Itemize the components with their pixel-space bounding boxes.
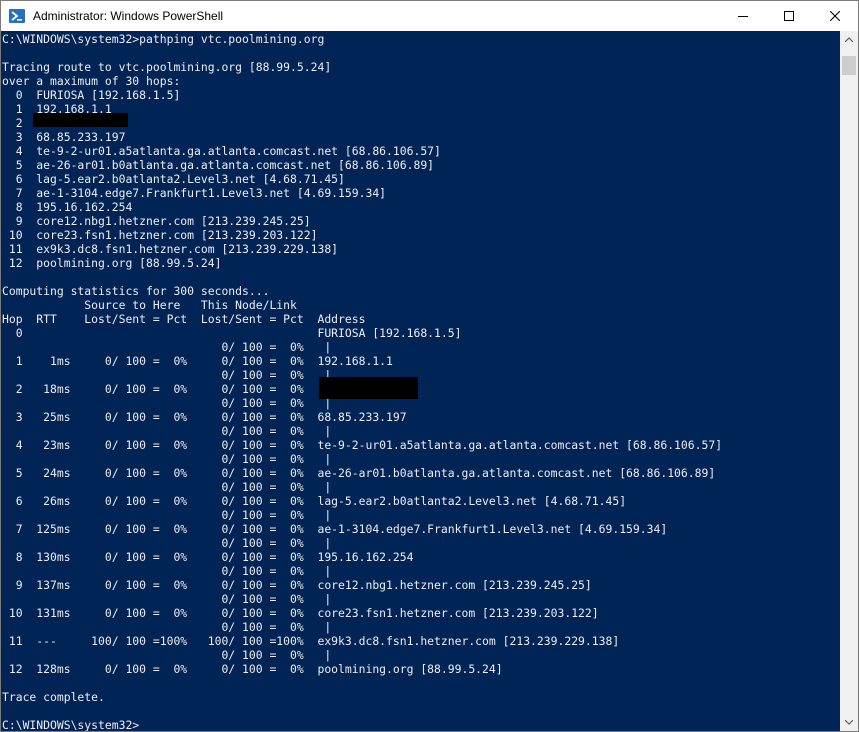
window-title: Administrator: Windows PowerShell	[33, 9, 224, 23]
console-line: C:\WINDOWS\system32>pathping vtc.poolmin…	[2, 32, 325, 46]
console-line: 3 25ms 0/ 100 = 0% 0/ 100 = 0% 68.85.233…	[2, 410, 407, 424]
console-line: 4 23ms 0/ 100 = 0% 0/ 100 = 0% te-9-2-ur…	[2, 438, 723, 452]
console-line: 10 core23.fsn1.hetzner.com [213.239.203.…	[2, 228, 318, 242]
minimize-icon	[738, 16, 748, 17]
console-output[interactable]: C:\WINDOWS\system32>pathping vtc.poolmin…	[1, 31, 840, 731]
title-bar[interactable]: Administrator: Windows PowerShell	[1, 1, 858, 31]
powershell-window: Administrator: Windows PowerShell C:\WIN…	[0, 0, 859, 732]
console-line: C:\WINDOWS\system32>	[2, 718, 140, 731]
console-line: Tracing route to vtc.poolmining.org [88.…	[2, 60, 332, 74]
powershell-icon	[9, 8, 25, 24]
console-line: 9 137ms 0/ 100 = 0% 0/ 100 = 0% core12.n…	[2, 578, 592, 592]
console-line: 6 26ms 0/ 100 = 0% 0/ 100 = 0% lag-5.ear…	[2, 494, 627, 508]
console-line: 1 1ms 0/ 100 = 0% 0/ 100 = 0% 192.168.1.…	[2, 354, 393, 368]
scroll-thumb[interactable]	[842, 56, 856, 75]
console-line: 7 ae-1-3104.edge7.Frankfurt1.Level3.net …	[2, 186, 387, 200]
console-line: 0/ 100 = 0% |	[2, 508, 332, 522]
console-line: Trace complete.	[2, 690, 105, 704]
console-line: 0/ 100 = 0% |	[2, 424, 332, 438]
console-line: over a maximum of 30 hops:	[2, 74, 181, 88]
console-line: 12 poolmining.org [88.99.5.24]	[2, 256, 222, 270]
console-line: 4 te-9-2-ur01.a5atlanta.ga.atlanta.comca…	[2, 144, 441, 158]
console-line: 5 24ms 0/ 100 = 0% 0/ 100 = 0% ae-26-ar0…	[2, 466, 716, 480]
console-line: 0 FURIOSA [192.168.1.5]	[2, 326, 462, 340]
console-line: 0/ 100 = 0% |	[2, 648, 332, 662]
console-line: 11 ex9k3.dc8.fsn1.hetzner.com [213.239.2…	[2, 242, 339, 256]
vertical-scrollbar[interactable]	[840, 31, 858, 731]
console-line: 0/ 100 = 0% |	[2, 620, 332, 634]
scroll-down-button[interactable]	[840, 714, 858, 731]
maximize-icon	[784, 11, 794, 21]
chevron-up-icon	[845, 37, 853, 42]
console-line: 0/ 100 = 0% |	[2, 452, 332, 466]
console-line: 0 FURIOSA [192.168.1.5]	[2, 88, 181, 102]
console-line: 0/ 100 = 0% |	[2, 480, 332, 494]
console-line: 9 core12.nbg1.hetzner.com [213.239.245.2…	[2, 214, 311, 228]
console-line: 3 68.85.233.197	[2, 130, 126, 144]
close-icon	[830, 11, 840, 21]
console-line: 10 131ms 0/ 100 = 0% 0/ 100 = 0% core23.…	[2, 606, 599, 620]
redacted-hop-address	[33, 113, 128, 127]
console-line: 8 130ms 0/ 100 = 0% 0/ 100 = 0% 195.16.1…	[2, 550, 414, 564]
console-line: 5 ae-26-ar01.b0atlanta.ga.atlanta.comcas…	[2, 158, 435, 172]
redacted-hop-address	[319, 377, 418, 399]
console-line: 12 128ms 0/ 100 = 0% 0/ 100 = 0% poolmin…	[2, 662, 503, 676]
console-line: Computing statistics for 300 seconds...	[2, 284, 270, 298]
minimize-button[interactable]	[720, 1, 766, 31]
console-line: Hop RTT Lost/Sent = Pct Lost/Sent = Pct …	[2, 312, 366, 326]
maximize-button[interactable]	[766, 1, 812, 31]
close-button[interactable]	[812, 1, 858, 31]
console-line: 6 lag-5.ear2.b0atlanta2.Level3.net [4.68…	[2, 172, 345, 186]
console-line: Source to Here This Node/Link	[2, 298, 297, 312]
chevron-down-icon	[845, 720, 853, 725]
console-line: 0/ 100 = 0% |	[2, 536, 332, 550]
console-line: 0/ 100 = 0% |	[2, 564, 332, 578]
console-line: 0/ 100 = 0% |	[2, 340, 332, 354]
scroll-up-button[interactable]	[840, 31, 858, 48]
console-line: 11 --- 100/ 100 =100% 100/ 100 =100% ex9…	[2, 634, 620, 648]
console-line: 8 195.16.162.254	[2, 200, 133, 214]
console-line: 0/ 100 = 0% |	[2, 592, 332, 606]
console-line: 7 125ms 0/ 100 = 0% 0/ 100 = 0% ae-1-310…	[2, 522, 668, 536]
